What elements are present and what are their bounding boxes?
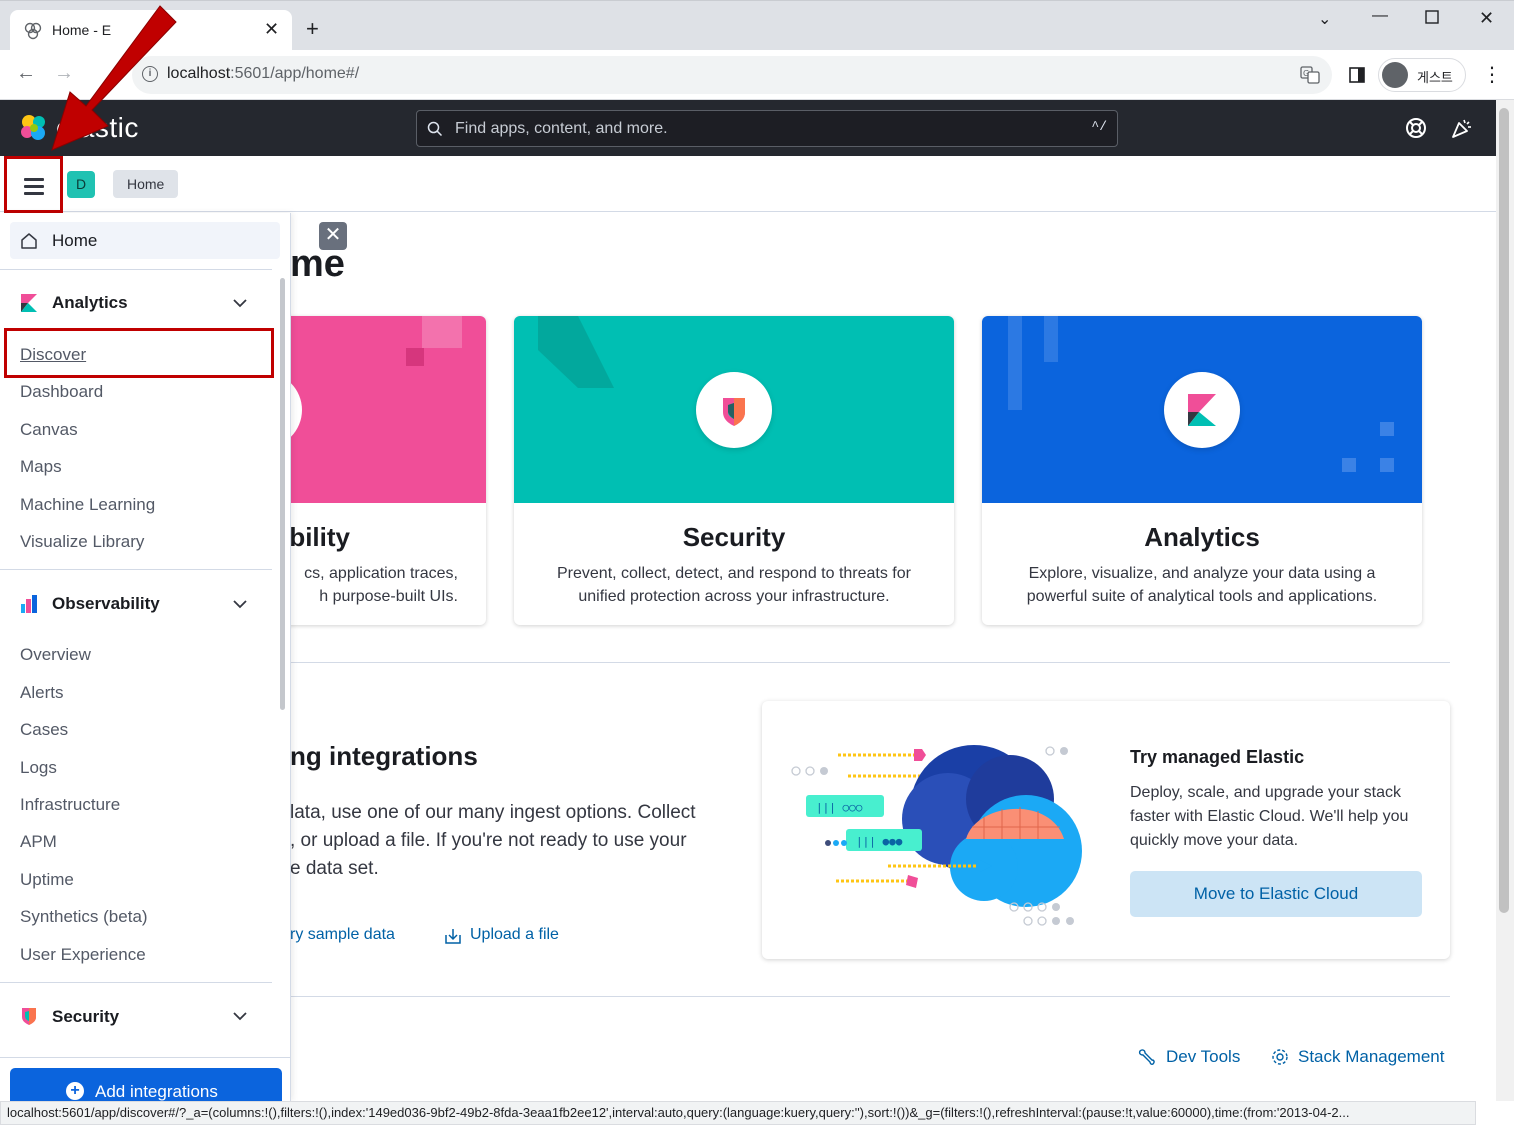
nav-item-machine-learning[interactable]: Machine Learning	[20, 495, 155, 515]
svg-text:G: G	[1303, 69, 1309, 78]
plus-icon: +	[66, 1082, 84, 1100]
chevron-down-icon[interactable]	[232, 599, 248, 609]
nav-item-discover[interactable]: Discover	[20, 345, 86, 365]
security-logo-icon	[696, 372, 772, 448]
cloud-illustration-icon: ||| ○○○ ||| ●●●	[791, 745, 1082, 926]
analytics-app-icon	[21, 294, 37, 312]
nav-item-user-experience[interactable]: User Experience	[20, 945, 146, 965]
page-scrollbar[interactable]	[1496, 100, 1514, 1101]
search-icon	[427, 121, 443, 137]
solution-card-security[interactable]: Security Prevent, collect, detect, and r…	[514, 316, 954, 625]
cloud-card-title: Try managed Elastic	[1130, 747, 1305, 767]
nav-home-label: Home	[52, 231, 98, 250]
card-title: Analytics	[1144, 522, 1260, 552]
minimize-icon[interactable]: —	[1372, 7, 1388, 25]
page-scrollbar-thumb[interactable]	[1499, 108, 1509, 913]
nav-item-apm[interactable]: APM	[20, 832, 57, 852]
url-omnibox[interactable]: i localhost:5601/app/home#/ G	[132, 56, 1332, 94]
upload-file-link[interactable]: Upload a file	[470, 926, 559, 944]
ingest-title: ng integrations	[290, 741, 478, 771]
space-avatar[interactable]: D	[67, 171, 95, 198]
dev-tools-link[interactable]: Dev Tools	[1166, 1047, 1240, 1067]
section-divider	[291, 996, 1450, 997]
stack-management-link[interactable]: Stack Management	[1298, 1047, 1444, 1067]
global-search[interactable]: ^/	[416, 110, 1118, 147]
dev-tools-icon	[1138, 1049, 1155, 1065]
tab-close-icon[interactable]: ✕	[264, 19, 279, 40]
upload-icon	[445, 929, 461, 944]
nav-group-observability[interactable]: Observability	[52, 594, 160, 614]
nav-item-logs[interactable]: Logs	[20, 758, 57, 778]
side-panel-icon[interactable]	[1349, 67, 1365, 83]
nav-item-synthetics[interactable]: Synthetics (beta)	[20, 907, 148, 927]
annotation-arrow-icon	[51, 5, 177, 151]
nav-item-overview[interactable]: Overview	[20, 645, 91, 665]
maximize-icon[interactable]	[1425, 10, 1439, 29]
url-text[interactable]: localhost:5601/app/home#/	[167, 65, 359, 83]
breadcrumb-home[interactable]: Home	[113, 170, 179, 198]
nav-item-dashboard[interactable]: Dashboard	[20, 382, 103, 402]
translate-icon[interactable]: G	[1300, 65, 1320, 85]
search-shortcut-hint: ^/	[1091, 119, 1107, 134]
add-integrations-label: Add integrations	[95, 1082, 218, 1101]
nav-item-alerts[interactable]: Alerts	[20, 683, 63, 703]
cloud-card-description: Deploy, scale, and upgrade your stack fa…	[1130, 784, 1409, 849]
browser-address-bar: ← → i localhost:5601/app/home#/ G 게스트 ⋮	[0, 50, 1514, 100]
nav-item-cases[interactable]: Cases	[20, 720, 68, 740]
search-input[interactable]	[455, 117, 1055, 141]
card-description: Prevent, collect, detect, and respond to…	[557, 565, 911, 605]
nav-divider	[0, 569, 272, 570]
card-title: Security	[682, 522, 786, 552]
browser-tab-bar: Home - E ✕ + ⌄ — ✕	[0, 0, 1514, 51]
nav-scrollbar[interactable]	[280, 278, 285, 710]
new-tab-icon[interactable]: +	[306, 16, 319, 42]
nav-item-maps[interactable]: Maps	[20, 457, 62, 477]
gear-icon	[1272, 1049, 1288, 1065]
window-close-icon[interactable]: ✕	[1479, 8, 1494, 29]
kibana-header: elastic ^/	[0, 100, 1496, 156]
section-divider	[291, 662, 1450, 663]
breadcrumb-bar: D Home	[0, 156, 1496, 213]
back-arrow-icon[interactable]: ←	[16, 62, 36, 85]
elastic-cloud-card: ||| ○○○ ||| ●●● Try managed Elastic Depl…	[762, 701, 1450, 959]
nav-divider	[0, 982, 272, 983]
svg-text:||| ●●●: ||| ●●●	[856, 835, 903, 848]
nav-item-uptime[interactable]: Uptime	[20, 870, 74, 890]
solution-card-analytics[interactable]: Analytics Explore, visualize, and analyz…	[982, 316, 1422, 625]
nav-divider	[0, 269, 272, 270]
avatar-icon	[1382, 62, 1408, 88]
move-to-cloud-button[interactable]: Move to Elastic Cloud	[1130, 871, 1422, 917]
hamburger-icon	[24, 178, 44, 199]
side-navigation: Home Analytics Discover Dashboard Canvas…	[0, 213, 291, 1108]
svg-text:||| ○○○: ||| ○○○	[816, 801, 863, 814]
close-nav-icon[interactable]: ✕	[319, 222, 347, 250]
profile-name: 게스트	[1417, 70, 1453, 85]
chevron-down-icon[interactable]	[232, 1011, 248, 1021]
security-app-icon	[22, 1008, 36, 1025]
profile-button[interactable]: 게스트	[1378, 58, 1466, 92]
card-description: Explore, visualize, and analyze your dat…	[1026, 565, 1378, 605]
nav-item-infrastructure[interactable]: Infrastructure	[20, 795, 120, 815]
kebab-menu-icon[interactable]: ⋮	[1482, 62, 1502, 87]
help-icon[interactable]	[1404, 116, 1428, 140]
newsfeed-icon[interactable]	[1450, 116, 1474, 140]
tab-search-chevron-icon[interactable]: ⌄	[1318, 9, 1331, 29]
nav-home[interactable]: Home	[10, 222, 280, 259]
try-sample-data-link[interactable]: ry sample data	[290, 926, 395, 944]
nav-item-canvas[interactable]: Canvas	[20, 420, 78, 440]
analytics-logo-icon	[1164, 372, 1240, 448]
menu-toggle-button[interactable]	[4, 156, 63, 213]
observability-app-icon	[21, 595, 37, 613]
home-icon	[21, 233, 37, 249]
nav-group-analytics[interactable]: Analytics	[52, 293, 128, 313]
link-status-bar: localhost:5601/app/discover#/?_a=(column…	[0, 1101, 1476, 1125]
nav-group-security[interactable]: Security	[52, 1007, 119, 1027]
nav-item-visualize-library[interactable]: Visualize Library	[20, 532, 144, 552]
ingest-description: lata, use one of our many ingest options…	[290, 802, 696, 879]
chevron-down-icon[interactable]	[232, 298, 248, 308]
nav-divider	[0, 1057, 291, 1058]
